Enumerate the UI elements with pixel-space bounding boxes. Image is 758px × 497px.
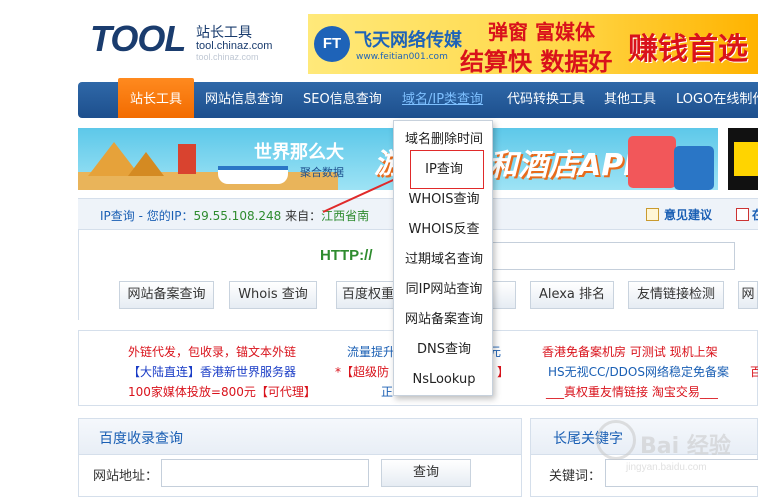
quick-btn-whois[interactable]: Whois 查询 [229, 281, 317, 309]
menu-item-nslookup[interactable]: NsLookup [394, 365, 494, 395]
menu-item-dns-query[interactable]: DNS查询 [394, 335, 494, 365]
pyramid-small-icon [128, 152, 164, 176]
ad-slogan-1: 弹窗 富媒体 [488, 20, 595, 44]
box-title: 百度收录查询 [99, 431, 183, 447]
banner-title: 世界那么大 [254, 142, 344, 163]
quick-btn-more[interactable]: 网 [738, 281, 758, 309]
ip-location: 江西省南 [321, 209, 370, 223]
ship-icon [218, 166, 288, 184]
ad-site: www.feitian001.com [356, 52, 448, 62]
top-advertisement[interactable]: FT 飞天网络传媒 www.feitian001.com 弹窗 富媒体 结算快 … [308, 14, 758, 74]
nav-item-site-info[interactable]: 网站信息查询 [205, 82, 283, 118]
keyword-label: 关键词： [549, 469, 602, 484]
ad-brand: 飞天网络传媒 [354, 30, 462, 51]
logo-cn-name: 站长工具 [196, 25, 252, 41]
nav-item-code-convert[interactable]: 代码转换工具 [507, 82, 585, 118]
ip-from-label: 来自： [281, 209, 322, 223]
ip-info-prefix: IP查询 - 您的IP： [100, 209, 194, 223]
suggest-icon [646, 208, 659, 221]
quick-btn-icp[interactable]: 网站备案查询 [119, 281, 214, 309]
watermark-text: Bai 经验 [640, 434, 731, 459]
ip-info-line: IP查询 - 您的IP：59.55.108.248 来自：江西省南 [100, 207, 369, 224]
ad-slogan-2: 结算快 数据好 [460, 48, 613, 74]
ad-link[interactable]: 百 [750, 363, 758, 380]
ad-link[interactable]: HS无视CC/DDOS网络稳定免备案 [548, 363, 729, 380]
calendar-icon [736, 208, 749, 221]
paw-icon [596, 420, 636, 460]
feitian-logo-icon: FT [314, 26, 350, 62]
menu-item-whois-query[interactable]: WHOIS查询 [394, 185, 494, 215]
nav-item-domain-ip[interactable]: 域名/IP类查询 [402, 82, 483, 118]
nav-item-seo-info[interactable]: SEO信息查询 [303, 82, 382, 118]
windmill-icon [178, 144, 196, 174]
baidu-index-box: 百度收录查询 网站地址： 查询 [78, 418, 522, 497]
query-button[interactable]: 查询 [381, 459, 471, 487]
baidu-jingyan-watermark: Bai 经验 jingyan.baidu.com [596, 414, 746, 474]
ad-link[interactable]: 【大陆直连】香港新世界服务器 [128, 363, 296, 380]
right-advertisement[interactable] [728, 128, 758, 190]
site-logo[interactable]: TOOL 站长工具 tool.chinaz.com tool.chinaz.co… [90, 16, 290, 66]
ad-link[interactable]: ___真权重友情链接 淘宝交易___ [546, 383, 718, 400]
quick-btn-baidu-weight[interactable]: 百度权重 [336, 281, 400, 309]
ad-link[interactable]: 流量提升 [347, 343, 395, 360]
quick-btn-friend-link[interactable]: 友情链接检测 [628, 281, 724, 309]
watermark-url: jingyan.baidu.com [626, 462, 707, 473]
nav-item-logo-maker[interactable]: LOGO在线制作 [676, 82, 758, 118]
nav-item-home-tools[interactable]: 站长工具 [118, 78, 195, 118]
ad-link-fragment[interactable]: 】 [497, 363, 509, 380]
ad-link[interactable]: *【超级防 [335, 363, 389, 380]
ad-link[interactable]: 正 [381, 383, 393, 400]
menu-item-same-ip-sites[interactable]: 同IP网站查询 [394, 275, 494, 305]
menu-item-expired-domain[interactable]: 过期域名查询 [394, 245, 494, 275]
menu-item-highlight-box [410, 150, 484, 189]
main-nav: 站长工具 网站信息查询 SEO信息查询 域名/IP类查询 代码转换工具 其他工具… [78, 78, 758, 118]
menu-item-whois-reverse[interactable]: WHOIS反查 [394, 215, 494, 245]
suitcase-blue-icon [674, 146, 714, 190]
logo-url: tool.chinaz.com [196, 40, 273, 52]
banner-api-text: 和酒店API [488, 148, 635, 183]
logo-wordmark: TOOL [90, 18, 186, 59]
right-ad-graphic [734, 142, 758, 176]
suitcase-icon [628, 136, 676, 188]
ad-slogan-3: 赚钱首选 [628, 32, 748, 67]
nav-item-other-tools[interactable]: 其他工具 [604, 82, 656, 118]
suggest-link[interactable]: 意见建议 [664, 206, 712, 223]
logo-url-reflection: tool.chinaz.com [196, 52, 259, 62]
http-label: HTTP:// [320, 247, 373, 264]
banner-sub: 聚合数据 [300, 166, 344, 179]
ad-link[interactable]: 香港免备案机房 可测试 现机上架 [542, 343, 718, 360]
site-address-input[interactable] [161, 459, 369, 487]
ad-link[interactable]: 外链代发，包收录，锚文本外链 [128, 343, 296, 360]
ad-link[interactable]: 100家媒体投放=800元【可代理】 [128, 383, 316, 400]
user-ip: 59.55.108.248 [193, 209, 282, 223]
quick-btn-alexa[interactable]: Alexa 排名 [530, 281, 614, 309]
menu-item-icp-query[interactable]: 网站备案查询 [394, 305, 494, 335]
calendar-link[interactable]: 在 [752, 206, 758, 223]
site-address-label: 网站地址： [93, 469, 159, 484]
